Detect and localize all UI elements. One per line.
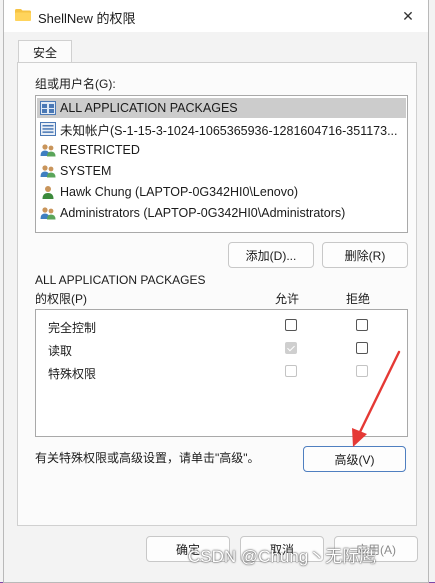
watermark: CSDN @Chung丶无际鹰	[188, 547, 377, 566]
annotation-arrow	[352, 350, 401, 447]
